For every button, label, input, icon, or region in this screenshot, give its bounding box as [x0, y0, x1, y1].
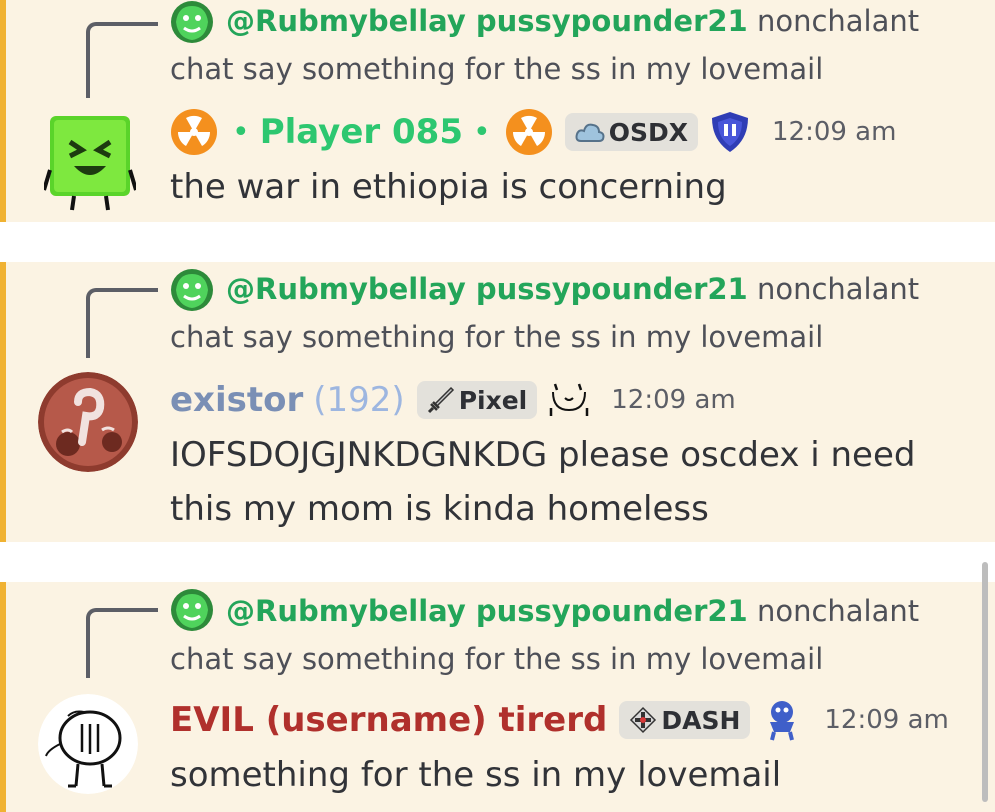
message-header: EVIL (username) tirerd DASH 12:09 am	[170, 694, 949, 746]
scrollbar[interactable]	[982, 562, 988, 802]
message-3[interactable]: @Rubmybellay pussypounder21 nonchalant c…	[0, 582, 995, 812]
timestamp: 12:09 am	[824, 705, 949, 735]
reply-header[interactable]: @Rubmybellay pussypounder21 nonchalant	[226, 594, 919, 628]
reply-preview[interactable]: chat say something for the ss in my love…	[170, 642, 823, 676]
gamepad-icon	[630, 706, 657, 734]
timestamp: 12:09 am	[771, 117, 897, 147]
message-content: IOFSDOJGJNKDGNKDG please oscdex i need t…	[170, 435, 916, 529]
radioactive-icon	[505, 109, 552, 155]
message-2[interactable]: @Rubmybellay pussypounder21 nonchalant c…	[0, 262, 995, 542]
radioactive-icon	[171, 109, 217, 155]
author-name[interactable]: existor	[170, 380, 303, 420]
reply-mention[interactable]: @Rubmybellay pussypounder21	[226, 272, 748, 306]
reply-header[interactable]: @Rubmybellay pussypounder21 nonchalant	[226, 4, 919, 38]
author-suffix-dot: •	[472, 114, 491, 150]
reply-connector	[86, 608, 158, 678]
blue-creature-icon	[770, 701, 795, 741]
reply-avatar[interactable]	[170, 0, 214, 44]
cloud-icon	[575, 123, 605, 142]
reply-header[interactable]: @Rubmybellay pussypounder21 nonchalant	[226, 272, 919, 306]
guild-tag[interactable]: Pixel	[416, 381, 538, 419]
message-content: something for the ss in my lovemail	[170, 755, 782, 795]
reply-connector	[86, 22, 158, 98]
reply-mention[interactable]: @Rubmybellay pussypounder21	[226, 4, 748, 38]
timestamp: 12:09 am	[611, 385, 736, 415]
reply-avatar[interactable]	[170, 588, 214, 632]
reply-preview[interactable]: chat say something for the ss in my love…	[170, 320, 823, 354]
reply-connector	[86, 288, 158, 358]
author-name[interactable]: EVIL (username) tirerd	[170, 700, 607, 740]
author-name[interactable]: Player 085	[260, 112, 463, 152]
message-header: existor (192) Pixel 12:09 am	[170, 374, 736, 426]
reply-avatar[interactable]	[170, 268, 214, 312]
guild-tag-label: OSDX	[608, 117, 688, 147]
guild-tag[interactable]: OSDX	[564, 113, 698, 151]
sword-icon	[427, 386, 454, 414]
author-prefix-dot: •	[232, 114, 250, 150]
reply-preview-start: nonchalant	[756, 272, 920, 306]
message-1[interactable]: @Rubmybellay pussypounder21 nonchalant c…	[0, 0, 995, 222]
guild-tag-label: DASH	[661, 705, 741, 735]
reply-preview[interactable]: chat say something for the ss in my love…	[170, 52, 823, 86]
shield-face-icon	[711, 112, 748, 152]
reply-preview-start: nonchalant	[756, 4, 920, 38]
author-count: (192)	[313, 380, 405, 420]
avatar[interactable]	[38, 694, 138, 794]
message-header: • Player 085 • OSDX 12:09 am	[170, 106, 896, 158]
avatar[interactable]	[38, 372, 138, 472]
guild-tag-label: Pixel	[458, 385, 528, 415]
reply-preview-start: nonchalant	[756, 594, 920, 628]
avatar[interactable]	[44, 110, 136, 212]
guild-tag[interactable]: DASH	[619, 701, 751, 739]
doodle-face-icon	[550, 383, 589, 416]
message-content: the war in ethiopia is concerning	[170, 167, 727, 207]
reply-mention[interactable]: @Rubmybellay pussypounder21	[226, 594, 748, 628]
